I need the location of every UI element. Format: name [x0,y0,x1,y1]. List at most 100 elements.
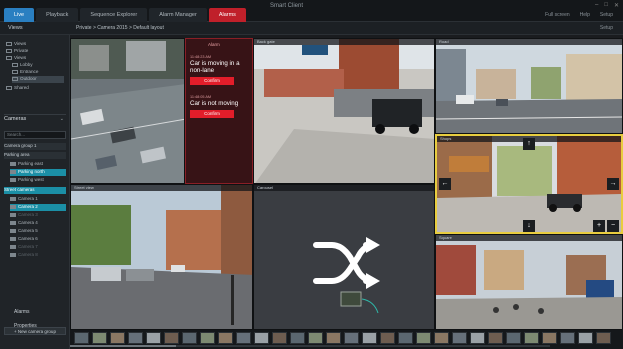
filmstrip-thumbnail[interactable] [182,332,197,344]
fullscreen-link[interactable]: Full screen [545,12,569,18]
tree-item-outdoor[interactable]: Outdoor [12,76,64,83]
filmstrip-thumbnail[interactable] [398,332,413,344]
filmstrip-thumbnail[interactable] [434,332,449,344]
filmstrip-thumbnail[interactable] [452,332,467,344]
help-link[interactable]: Help [580,12,590,18]
sidebar-footer-alarms[interactable]: Alarms [14,309,30,315]
cameras-section-header[interactable]: Cameras ⌄ [4,114,66,123]
view-icon [12,62,18,67]
camera-item[interactable]: Camera 4 [10,220,66,227]
camera-icon [10,204,16,209]
tile-title: Carousel [254,185,434,191]
tree-item-views[interactable]: Views [6,41,26,48]
filmstrip-thumbnail[interactable] [92,332,107,344]
tab-alarm-manager[interactable]: Alarm Manager [149,8,207,22]
camera-item[interactable]: Parking east [10,161,66,168]
camera-icon [10,161,16,166]
tab-sequence-explorer[interactable]: Sequence Explorer [80,8,148,22]
tab-live[interactable]: Live [4,8,35,22]
alarm-time: 11:48:23 AM [190,55,212,59]
video-tile-square[interactable]: Square [435,234,623,330]
filmstrip-thumbnail[interactable] [218,332,233,344]
tab-playback[interactable]: Playback [36,8,79,22]
tab-alarms[interactable]: Alarms [208,8,246,22]
filmstrip-thumbnail[interactable] [416,332,431,344]
filmstrip-thumbnail[interactable] [308,332,323,344]
sidebar-footer-properties[interactable]: Properties [14,323,37,329]
tree-item-private[interactable]: Private [6,48,28,55]
filmstrip-thumbnail[interactable] [146,332,161,344]
video-tile-street[interactable]: Street view [70,184,253,330]
alarm-message: Car is not moving [190,100,239,107]
camera-group-row[interactable]: Street cameras [4,187,66,194]
filmstrip-thumbnail[interactable] [560,332,575,344]
camera-item[interactable]: Camera 2 [10,204,66,211]
breadcrumb[interactable]: Private > Camera 2015 > Default layout [76,25,164,31]
carousel-tile[interactable]: Carousel [253,184,435,330]
setup-link[interactable]: Setup [600,12,613,18]
folder-icon [6,55,12,60]
camera-item[interactable]: Camera 6 [10,236,66,243]
filmstrip-thumbnail[interactable] [200,332,215,344]
camera-item[interactable]: Camera 1 [10,196,66,203]
filmstrip-thumbnail[interactable] [344,332,359,344]
filmstrip-thumbnail[interactable] [542,332,557,344]
video-tile-shops-ptz[interactable]: Shops ↑ ← → ↓ + − [435,134,623,234]
view-icon [12,76,18,81]
folder-icon [6,41,12,46]
video-feed-shops [437,136,621,232]
video-tile-back-gate[interactable]: Back gate [253,38,435,184]
window-controls: – □ ✕ [595,2,619,9]
camera-item[interactable]: Parking west [10,177,66,184]
maximize-icon[interactable]: □ [604,2,608,9]
alarm-time: 11:48:05 AM [190,95,212,99]
filmstrip-thumbnail[interactable] [524,332,539,344]
filmstrip-thumbnail[interactable] [236,332,251,344]
camera-search-input[interactable]: Search... [4,131,66,139]
ptz-zoom-in-button[interactable]: + [593,220,605,232]
ptz-down-button[interactable]: ↓ [523,220,535,232]
filmstrip-thumbnail[interactable] [110,332,125,344]
tree-item-lobby[interactable]: Lobby [12,62,33,69]
filmstrip-thumbnail[interactable] [272,332,287,344]
timeline-progress [70,345,176,347]
camera-item[interactable]: Camera 5 [10,228,66,235]
app-title: Smart Client [270,3,304,9]
setup-button[interactable]: Setup [600,25,613,31]
alarm-confirm-button[interactable]: Confirm [190,77,234,85]
filmstrip-thumbnail[interactable] [488,332,503,344]
filmstrip-thumbnail[interactable] [380,332,395,344]
tree-item-entrance[interactable]: Entrance [12,69,38,76]
ptz-up-button[interactable]: ↑ [523,138,535,150]
filmstrip-thumbnail[interactable] [74,332,89,344]
alarm-confirm-button[interactable]: Confirm [190,110,234,118]
camera-item[interactable]: Camera 3 [10,212,66,219]
timeline-scrubber[interactable] [70,345,550,347]
filmstrip-thumbnail[interactable] [362,332,377,344]
filmstrip-thumbnail[interactable] [164,332,179,344]
minimize-icon[interactable]: – [595,2,598,9]
close-icon[interactable]: ✕ [614,2,619,9]
filmstrip-thumbnail[interactable] [290,332,305,344]
camera-group-row[interactable]: Parking area [4,152,66,159]
ptz-left-button[interactable]: ← [439,178,451,190]
filmstrip-thumbnail[interactable] [254,332,269,344]
tree-item-shared[interactable]: Shared [6,85,29,92]
filmstrip-thumbnail[interactable] [128,332,143,344]
filmstrip-thumbnail[interactable] [578,332,593,344]
video-tile-road[interactable]: Road [435,38,623,134]
filmstrip-thumbnail[interactable] [326,332,341,344]
filmstrip-thumbnail[interactable] [470,332,485,344]
filmstrip-thumbnail[interactable] [506,332,521,344]
camera-group-row[interactable]: Camera group 1 [4,143,66,150]
shuffle-icon [313,237,380,314]
camera-item[interactable]: Camera 7 [10,244,66,251]
camera-item[interactable]: Parking north [10,169,66,176]
video-tile-parking[interactable] [70,38,185,184]
ptz-zoom-out-button[interactable]: − [607,220,619,232]
tree-item-views-sub[interactable]: Views [6,55,26,62]
camera-item[interactable]: Camera 8 [10,252,66,259]
filmstrip-thumbnail[interactable] [596,332,611,344]
alarm-message: Car is moving in a non-lane [190,60,240,74]
ptz-right-button[interactable]: → [607,178,619,190]
